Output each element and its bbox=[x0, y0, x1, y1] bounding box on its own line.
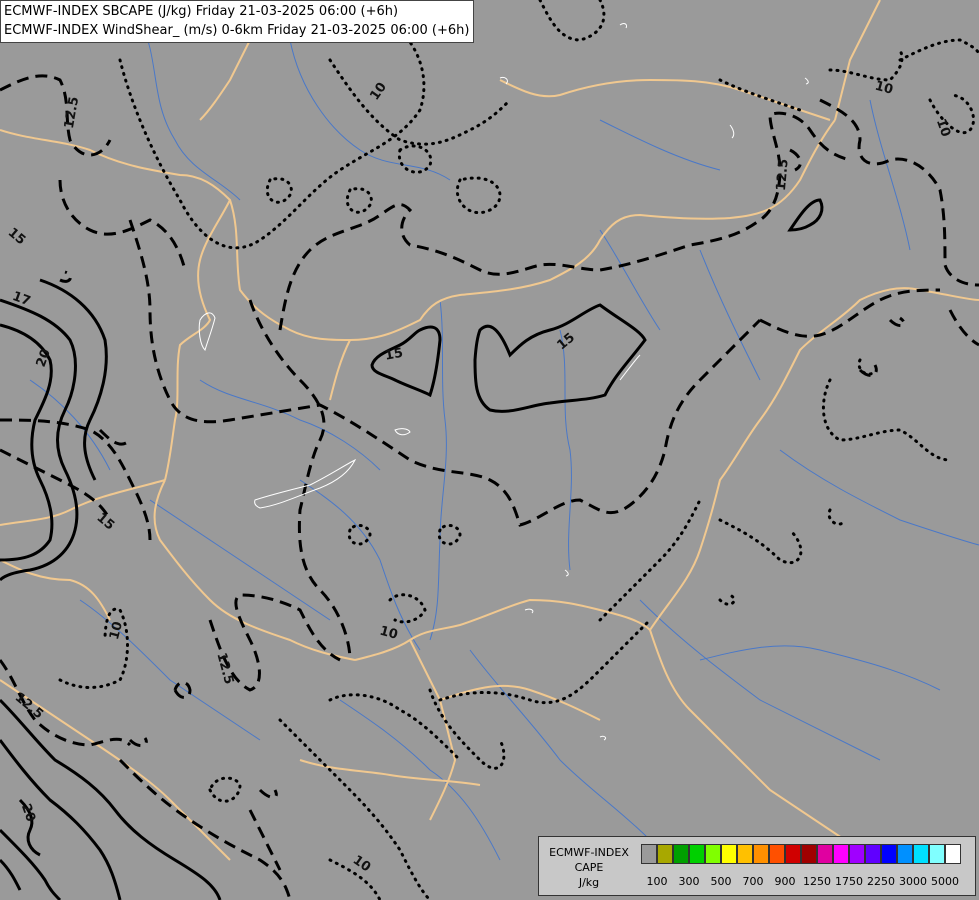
legend-swatch bbox=[769, 844, 785, 864]
legend-swatch bbox=[849, 844, 865, 864]
legend-swatch bbox=[897, 844, 913, 864]
legend-tick-label: 900 bbox=[774, 875, 796, 888]
legend-swatch bbox=[657, 844, 673, 864]
legend-line-unit: J/kg bbox=[578, 876, 600, 889]
legend-swatch bbox=[753, 844, 769, 864]
legend-swatch bbox=[641, 844, 657, 864]
legend-swatch bbox=[929, 844, 945, 864]
legend-line-variable: CAPE bbox=[574, 861, 604, 874]
legend-swatch bbox=[881, 844, 897, 864]
cape-legend: ECMWF-INDEX CAPE J/kg 100 300 500 700 900 125… bbox=[538, 836, 976, 896]
legend-title: ECMWF-INDEX CAPE J/kg bbox=[541, 845, 637, 890]
legend-swatches bbox=[641, 844, 961, 864]
legend-tick-label: 2250 bbox=[867, 875, 895, 888]
legend-tick-label: 100 bbox=[646, 875, 668, 888]
legend-swatch bbox=[913, 844, 929, 864]
legend-swatch bbox=[673, 844, 689, 864]
weather-map: 10 10 10 10 10 10 12.5 12.5 12.5 12.5 15… bbox=[0, 0, 979, 900]
legend-swatch bbox=[705, 844, 721, 864]
legend-tick-label: 700 bbox=[742, 875, 764, 888]
legend-swatch bbox=[945, 844, 961, 864]
legend-tick-label: 1750 bbox=[835, 875, 863, 888]
map-title: ECMWF-INDEX SBCAPE (J/kg) Friday 21-03-2… bbox=[0, 0, 475, 43]
legend-tick-label: 1250 bbox=[803, 875, 831, 888]
legend-tick-label: 3000 bbox=[899, 875, 927, 888]
legend-tick-label: 300 bbox=[678, 875, 700, 888]
legend-swatch bbox=[817, 844, 833, 864]
legend-swatch bbox=[801, 844, 817, 864]
contour-label-12-5-northeast: 12.5 bbox=[774, 158, 792, 191]
legend-swatch bbox=[785, 844, 801, 864]
legend-swatch bbox=[737, 844, 753, 864]
legend-swatch bbox=[721, 844, 737, 864]
legend-swatch bbox=[865, 844, 881, 864]
legend-tick-label: 500 bbox=[710, 875, 732, 888]
legend-ticks: 100 300 500 700 900 1250 1750 2250 3000 5000 bbox=[639, 875, 975, 891]
legend-swatch bbox=[689, 844, 705, 864]
title-line-windshear: ECMWF-INDEX WindShear_ (m/s) 0-6km Frida… bbox=[4, 23, 470, 38]
contour-label-15-west: 15 bbox=[384, 346, 404, 364]
legend-swatch bbox=[833, 844, 849, 864]
legend-line-model: ECMWF-INDEX bbox=[549, 846, 629, 859]
title-line-sbcape: ECMWF-INDEX SBCAPE (J/kg) Friday 21-03-2… bbox=[4, 4, 399, 19]
legend-tick-label: 5000 bbox=[931, 875, 959, 888]
